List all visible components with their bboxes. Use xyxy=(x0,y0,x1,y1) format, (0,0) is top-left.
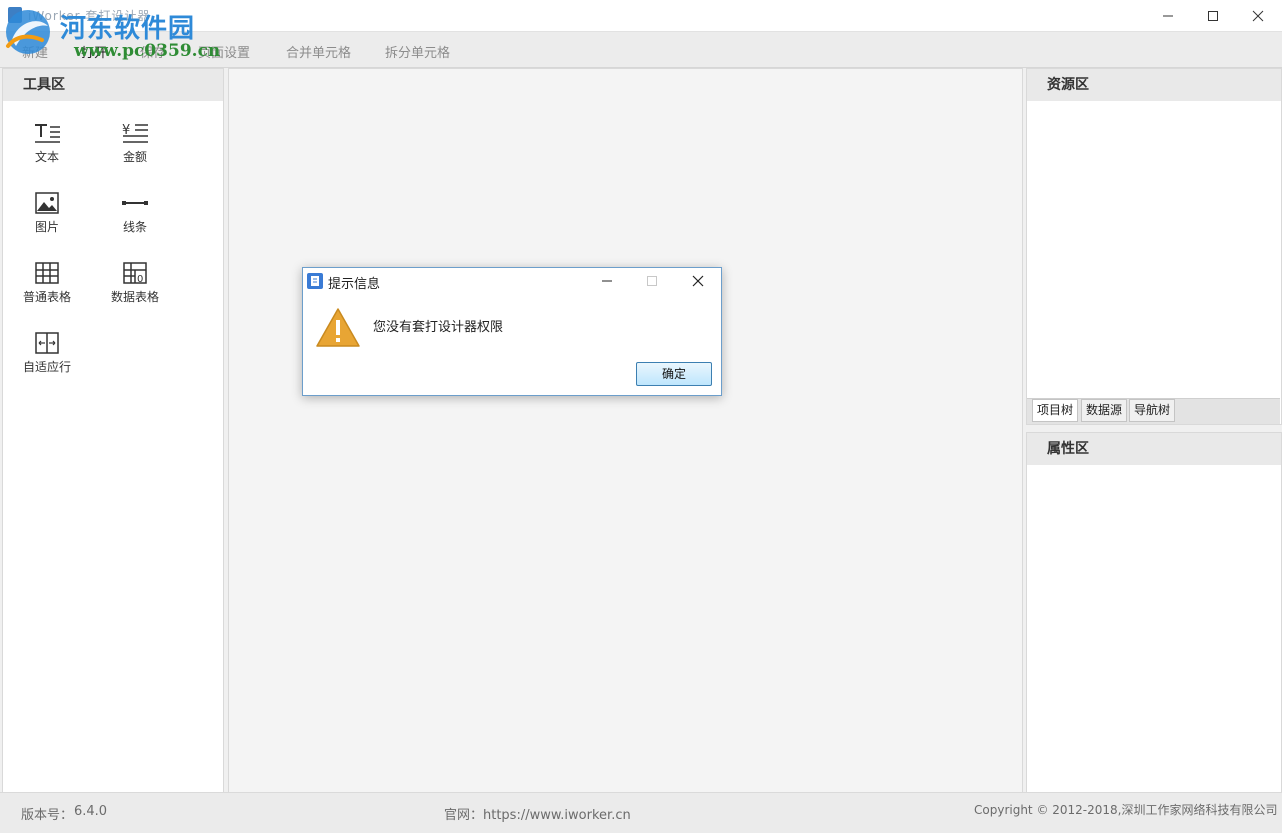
tool-image[interactable]: 图片 xyxy=(7,191,87,235)
tool-text-label: 文本 xyxy=(34,150,59,164)
watermark-logo xyxy=(6,10,50,54)
resource-panel-title: 资源区 xyxy=(1027,69,1281,101)
tool-line[interactable]: 线条 xyxy=(95,191,175,235)
website-link[interactable]: 官网：https://www.iworker.cn xyxy=(444,804,631,823)
alert-dialog: 提示信息 您没有套打设计器权限 确定 xyxy=(302,267,722,396)
dialog-minimize-button[interactable] xyxy=(587,268,627,294)
dialog-message: 您没有套打设计器权限 xyxy=(373,320,504,335)
amount-icon: ¥ xyxy=(122,123,148,143)
menu-merge-cells[interactable]: 合并单元格 xyxy=(286,42,351,61)
tab-nav-tree[interactable]: 导航树 xyxy=(1129,399,1176,422)
close-icon xyxy=(692,275,704,287)
minimize-icon xyxy=(1163,15,1173,16)
table-icon xyxy=(35,262,59,284)
minimize-icon xyxy=(602,280,612,282)
tool-data-table[interactable]: 0 数据表格 xyxy=(95,261,175,305)
watermark-url: www.pc0359.cn xyxy=(74,41,221,61)
menu-split-cells[interactable]: 拆分单元格 xyxy=(385,42,450,61)
tool-auto-row[interactable]: 自适应行 xyxy=(7,331,87,375)
tab-data-source[interactable]: 数据源 xyxy=(1081,399,1128,422)
close-button[interactable] xyxy=(1235,0,1281,31)
tool-line-label: 线条 xyxy=(122,220,147,234)
tool-table-label: 普通表格 xyxy=(22,290,71,304)
tool-amount-label: 金额 xyxy=(122,150,147,164)
maximize-button[interactable] xyxy=(1190,0,1236,31)
tool-text[interactable]: 文本 xyxy=(7,121,87,165)
text-icon xyxy=(35,124,60,143)
maximize-icon xyxy=(647,276,657,286)
version-label: 版本号： xyxy=(21,808,74,823)
ok-button[interactable]: 确定 xyxy=(636,362,712,386)
property-panel: 属性区 xyxy=(1026,432,1282,793)
dialog-close-button[interactable] xyxy=(678,268,718,294)
resource-panel: 资源区 xyxy=(1026,68,1282,425)
dialog-app-icon xyxy=(307,273,323,289)
tab-project-tree[interactable]: 项目树 xyxy=(1032,399,1079,422)
tool-panel-title: 工具区 xyxy=(3,69,223,101)
watermark-title: 河东软件园 xyxy=(60,14,196,44)
auto-row-icon xyxy=(35,332,59,354)
design-canvas[interactable] xyxy=(228,68,1023,793)
warning-icon xyxy=(316,308,360,347)
tool-image-label: 图片 xyxy=(34,220,59,234)
tool-data-table-label: 数据表格 xyxy=(110,290,159,304)
svg-text:0: 0 xyxy=(137,274,143,285)
image-icon xyxy=(35,192,59,214)
property-panel-title: 属性区 xyxy=(1027,433,1281,465)
dialog-maximize-button xyxy=(632,268,672,294)
close-icon xyxy=(1252,10,1264,21)
copyright: Copyright © 2012-2018,深圳工作家网络科技有限公司 xyxy=(974,803,1278,817)
document-icon xyxy=(311,276,319,286)
data-table-icon: 0 xyxy=(123,262,147,285)
dialog-title: 提示信息 xyxy=(328,277,381,292)
maximize-icon xyxy=(1208,10,1218,21)
tool-table[interactable]: 普通表格 xyxy=(7,261,87,305)
line-icon xyxy=(122,201,148,205)
tool-panel: 工具区 文本 ¥ 金额 图片 线条 普通表格 0 数据表格 自适应行 xyxy=(2,68,224,793)
minimize-button[interactable] xyxy=(1145,0,1191,31)
tool-amount[interactable]: ¥ 金额 xyxy=(95,121,175,165)
tool-auto-row-label: 自适应行 xyxy=(22,360,71,374)
version-number: 6.4.0 xyxy=(74,804,108,819)
